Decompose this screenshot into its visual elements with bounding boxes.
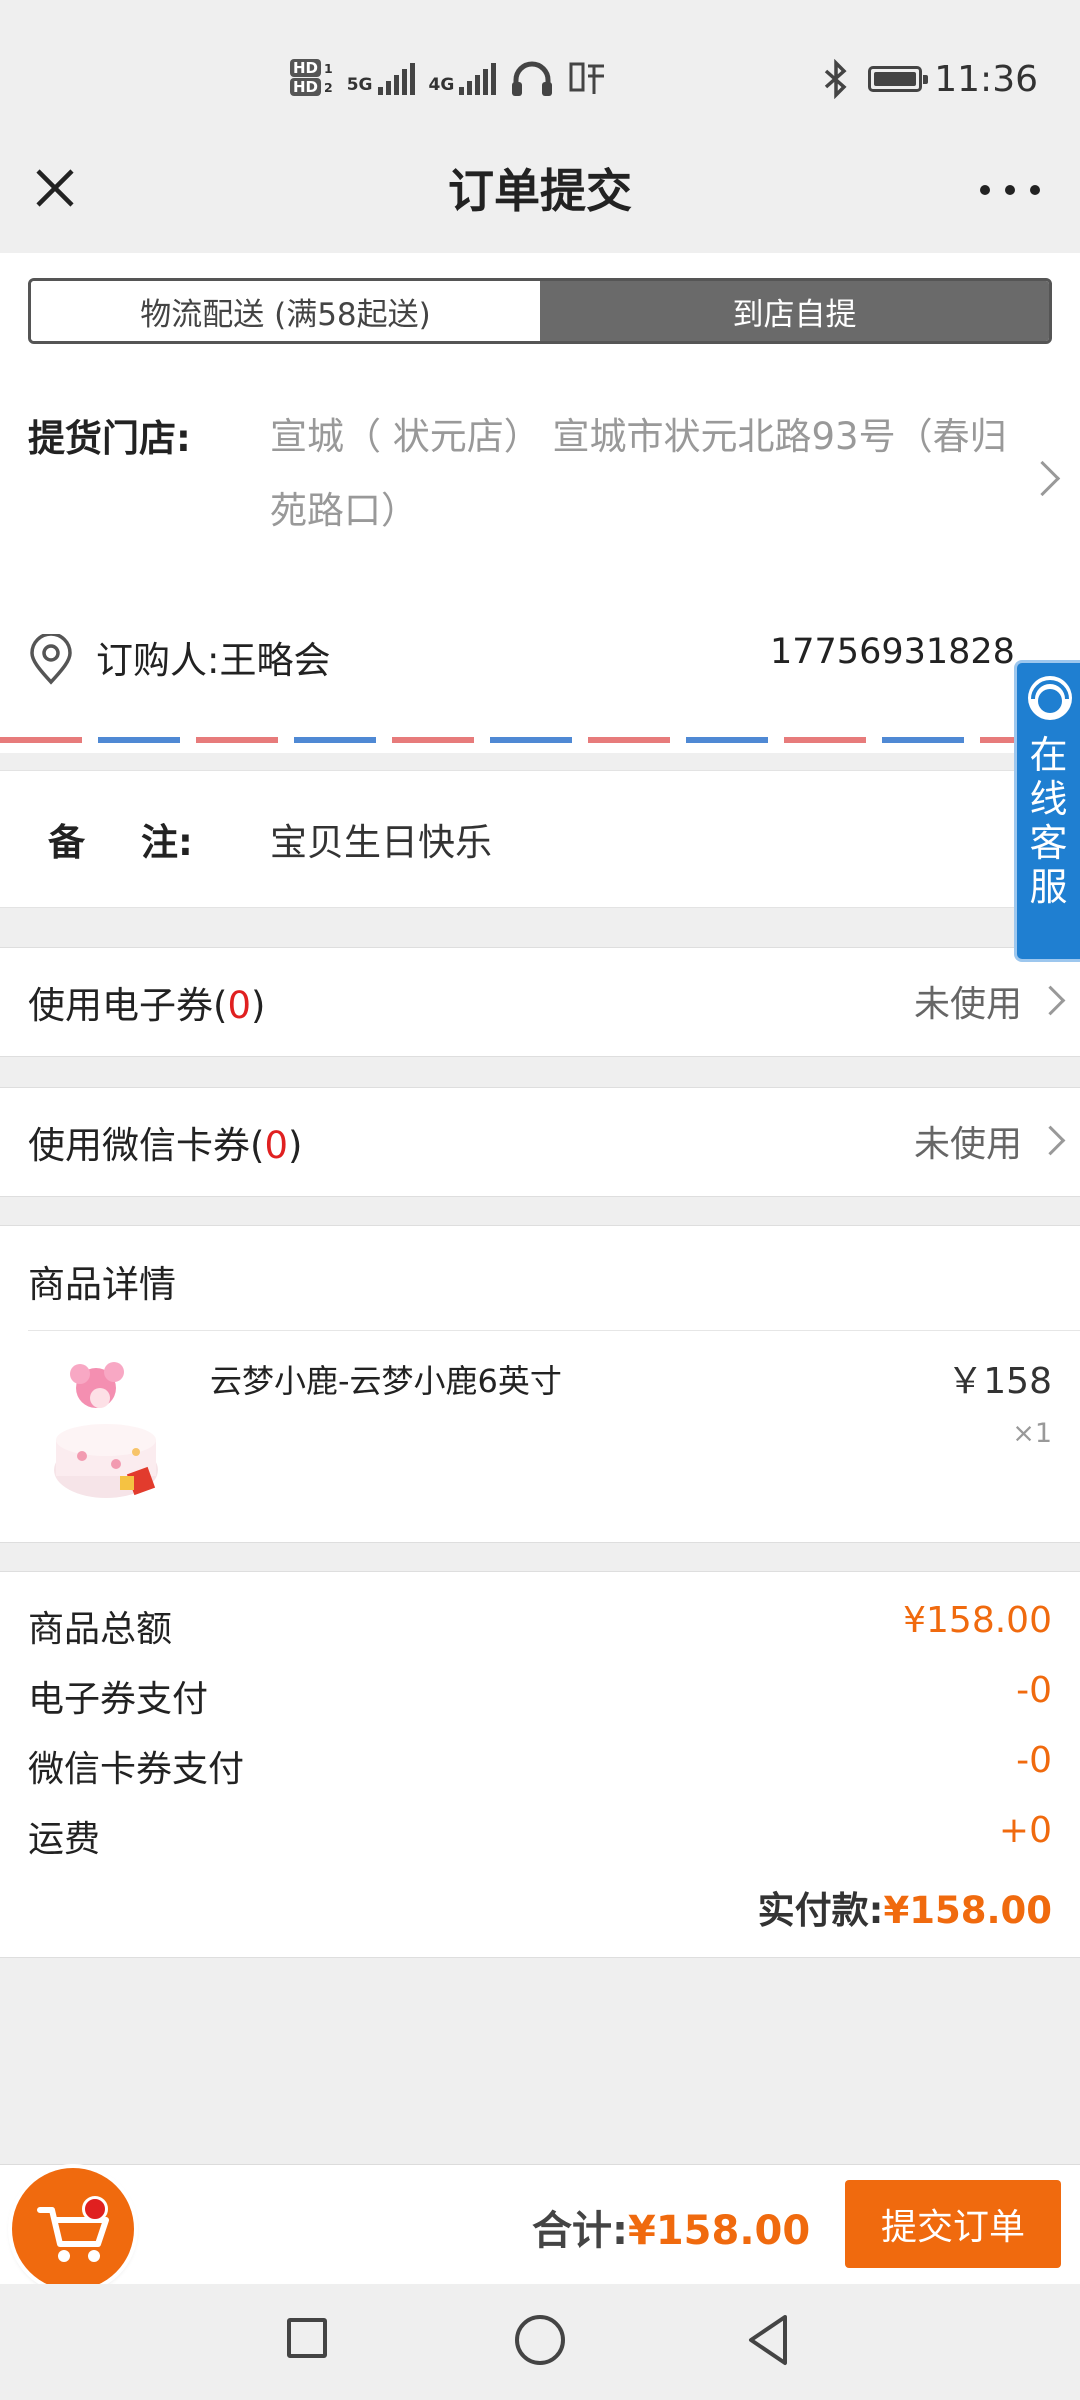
- clock: 11:36: [934, 58, 1038, 100]
- cart-button[interactable]: [12, 2168, 134, 2290]
- online-service-button[interactable]: 在线客服: [1014, 660, 1080, 962]
- envelope-divider: [0, 737, 1080, 743]
- summary-value: -0: [1016, 1740, 1052, 1781]
- home-button[interactable]: [515, 2315, 565, 2365]
- more-icon[interactable]: [980, 175, 1040, 205]
- summary-label: 微信卡券支付: [28, 1749, 245, 1790]
- summary-value: ¥158.00: [903, 1600, 1052, 1641]
- summary-label: 电子券支付: [28, 1679, 209, 1720]
- submit-order-button[interactable]: 提交订单: [845, 2180, 1061, 2268]
- pickup-store-label: 提货门店:: [28, 417, 191, 460]
- signal-5g-icon: 5G: [347, 61, 415, 95]
- listen-icon: [569, 62, 605, 94]
- delivery-tabs: 物流配送 (满58起送) 到店自提: [28, 278, 1052, 344]
- headset-icon: [512, 61, 553, 96]
- shopping-cart-icon: [37, 2207, 109, 2262]
- buyer-name: 订购人:王略会: [96, 639, 331, 682]
- cart-badge: [82, 2196, 108, 2222]
- divider: [28, 1330, 1080, 1331]
- summary-value: -0: [1016, 1670, 1052, 1711]
- wechat-coupon-label: 使用微信卡券(0): [28, 1124, 303, 1167]
- product-thumbnail[interactable]: [40, 1352, 180, 1512]
- summary-label: 商品总额: [28, 1609, 173, 1650]
- service-agent-icon: [1028, 676, 1072, 720]
- location-pin-icon: [30, 634, 72, 685]
- bluetooth-icon: [825, 59, 847, 99]
- product-name[interactable]: 云梦小鹿-云梦小鹿6英寸: [210, 1356, 562, 1402]
- goods-heading: 商品详情: [28, 1263, 176, 1306]
- page-title: 订单提交: [448, 164, 632, 218]
- order-total: 合计:¥158.00: [532, 2208, 811, 2254]
- e-coupon-label: 使用电子券(0): [28, 984, 266, 1027]
- product-price: ￥158: [947, 1361, 1052, 1402]
- service-label: 在线客服: [1029, 733, 1068, 909]
- tab-store-pickup[interactable]: 到店自提: [540, 281, 1049, 341]
- battery-icon: [868, 66, 929, 92]
- amount-paid: 实付款:¥158.00: [757, 1889, 1052, 1932]
- status-icons-right: 11:36: [816, 56, 1038, 102]
- pickup-store-address[interactable]: 宣城（ 状元店） 宣城市状元北路93号（春归苑路口）: [270, 400, 1030, 548]
- note-input[interactable]: 宝贝生日快乐: [270, 812, 492, 866]
- wechat-coupon-status: 未使用: [913, 1124, 1022, 1165]
- summary-value: +0: [998, 1810, 1052, 1851]
- recent-apps-button[interactable]: [287, 2318, 327, 2358]
- e-coupon-status: 未使用: [913, 984, 1022, 1025]
- buyer-phone[interactable]: 17756931828: [770, 632, 1015, 672]
- tab-logistics-delivery[interactable]: 物流配送 (满58起送): [31, 281, 540, 341]
- product-quantity: ×1: [1012, 1418, 1052, 1449]
- back-button[interactable]: [743, 2311, 793, 2369]
- summary-label: 运费: [28, 1819, 101, 1860]
- status-icons-left: HD 1 HD 2 5G 4G: [290, 48, 608, 108]
- note-label: 备注:: [48, 821, 193, 864]
- signal-4g-icon: 4G: [429, 61, 497, 95]
- hd-badges: HD 1 HD 2: [290, 59, 333, 97]
